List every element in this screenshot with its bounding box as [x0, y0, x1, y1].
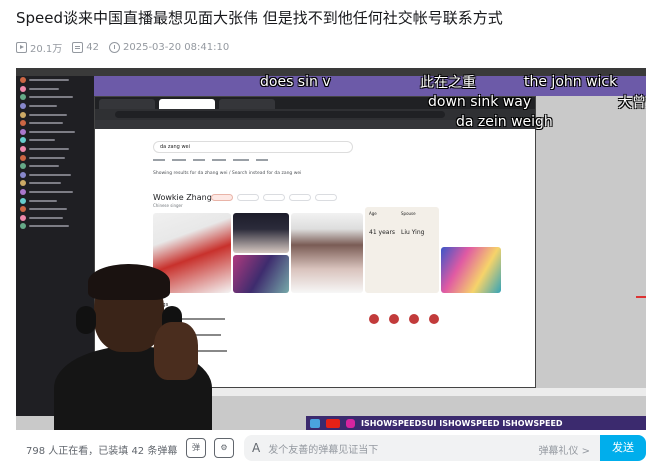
result-subtitle: Chinese singer — [153, 203, 183, 208]
danmaku-placeholder: 发个友善的弹幕见证当下 — [268, 444, 379, 456]
publish-stat: 2025-03-20 08:41:10 — [109, 41, 230, 53]
knowledge-panel: Age Spouse 41 years Liu Ying — [365, 207, 439, 293]
google-result-tabs — [153, 157, 383, 163]
result-image-5 — [441, 247, 501, 293]
result-image-3 — [233, 255, 289, 293]
danmaku-comment: down sink way — [428, 94, 532, 110]
clock-icon — [109, 41, 120, 53]
people-also-search — [365, 302, 439, 354]
brand-text: ISHOWSPEEDSUI ISHOWSPEED ISHOWSPEED — [361, 418, 563, 428]
font-style-icon[interactable]: A — [252, 441, 260, 455]
danmaku-comment: 大曾大 — [618, 95, 646, 111]
danmaku-send-bar: 798 人正在看，已装填 42 条弹幕 弹 ⚙ A 发个友善的弹幕见证当下 弹幕… — [0, 430, 660, 467]
danmaku-count: 42 — [86, 41, 99, 53]
danmaku-etiquette-link[interactable]: 弹幕礼仪 > — [538, 442, 590, 457]
danmaku-comment: does sin v — [260, 74, 331, 90]
twitter-icon — [310, 418, 320, 428]
video-meta: 20.1万 42 2025-03-20 08:41:10 — [16, 38, 229, 56]
result-name: Wowkie Zhang — [153, 193, 212, 202]
video-title: Speed谈来中国直播最想见面大张伟 但是找不到他任何社交帐号联系方式 — [16, 9, 503, 27]
spelling-note: Showing results for da zhang wei / Searc… — [153, 171, 302, 176]
danmaku-input[interactable]: A 发个友善的弹幕见证当下 弹幕礼仪 > — [244, 435, 600, 461]
result-image-4 — [291, 213, 363, 293]
danmaku-icon — [72, 41, 84, 53]
danmaku-toggle-button[interactable]: 弹 — [186, 438, 206, 458]
stream-marker — [636, 296, 646, 298]
danmaku-comment: 此在之重 — [420, 75, 476, 91]
danmaku-stat: 42 — [72, 41, 99, 53]
stream-brand-bar: ISHOWSPEEDSUI ISHOWSPEED ISHOWSPEED — [306, 416, 646, 430]
instagram-icon — [346, 418, 355, 428]
google-search-box: da zang wei — [153, 141, 353, 153]
video-player[interactable]: da zang wei Showing results for da zhang… — [16, 68, 646, 430]
result-chips — [211, 194, 337, 201]
send-button[interactable]: 发送 — [600, 435, 646, 461]
danmaku-comment: the john wick — [524, 74, 618, 90]
publish-time: 2025-03-20 08:41:10 — [123, 41, 230, 53]
danmaku-comment: da zein weigh — [456, 114, 553, 130]
play-count-icon — [16, 41, 27, 53]
streamer-webcam — [42, 264, 212, 430]
result-image-2 — [233, 213, 289, 253]
youtube-icon — [326, 418, 340, 428]
views-count: 20.1万 — [30, 43, 63, 55]
views-stat: 20.1万 — [16, 40, 62, 55]
danmaku-settings-button[interactable]: ⚙ — [214, 438, 234, 458]
viewer-count: 798 人正在看，已装填 42 条弹幕 — [26, 446, 178, 457]
